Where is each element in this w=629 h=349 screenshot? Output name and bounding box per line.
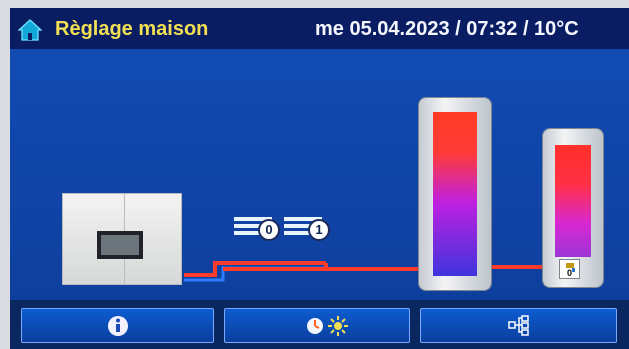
hot-water-tank[interactable]: 0: [543, 129, 603, 287]
network-button[interactable]: [420, 308, 617, 343]
heating-control-screen: Règlage maison me 05.04.2023 / 07:32 / 1…: [10, 8, 629, 349]
ventilation-fan-1[interactable]: 1: [284, 214, 342, 244]
mode-button[interactable]: [224, 308, 410, 343]
hot-water-temperature-gradient: [555, 145, 591, 257]
pipe-network: [184, 261, 544, 282]
fan-level-0: 0: [258, 219, 280, 241]
heat-pump-unit[interactable]: [62, 193, 182, 285]
buffer-tank[interactable]: [419, 98, 491, 290]
network-tree-icon: [507, 314, 529, 336]
unit-display-icon: [97, 231, 143, 259]
buffer-tank-temperature-gradient: [433, 112, 477, 276]
fan-level-1: 1: [308, 219, 330, 241]
moon-clock-sun-icon: [286, 315, 348, 336]
info-button[interactable]: [21, 308, 214, 343]
tap-icon: 0: [559, 259, 580, 279]
bottom-toolbar: [10, 300, 629, 349]
info-icon: [107, 315, 128, 336]
tap-value: 0: [566, 268, 572, 278]
